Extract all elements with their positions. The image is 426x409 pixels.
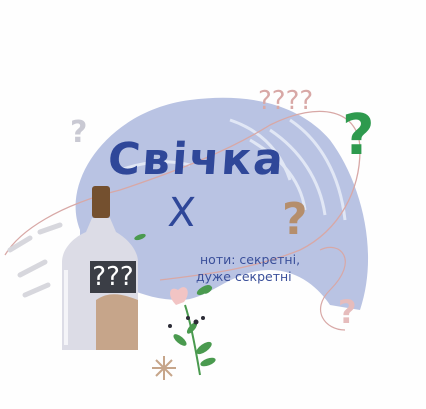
star-flower bbox=[152, 356, 176, 380]
question-mark-green: ? bbox=[342, 103, 375, 168]
subtitle-line-1: ноти: секретні, bbox=[200, 252, 301, 267]
question-mark-brown: ? bbox=[282, 194, 308, 245]
title-line-1: Свічка bbox=[106, 134, 287, 185]
question-marks-cluster: ???? bbox=[258, 86, 314, 116]
title-line-2: Х bbox=[166, 190, 200, 236]
question-mark-gray: ? bbox=[70, 115, 88, 150]
illustration bbox=[4, 97, 369, 380]
left-squiggles bbox=[7, 222, 63, 298]
dots bbox=[168, 316, 205, 328]
subtitle-line-2: дуже секретні bbox=[196, 269, 292, 284]
flower-heart bbox=[170, 287, 188, 305]
bottle-label: ??? bbox=[90, 261, 136, 293]
question-mark-pink: ? bbox=[338, 293, 357, 331]
